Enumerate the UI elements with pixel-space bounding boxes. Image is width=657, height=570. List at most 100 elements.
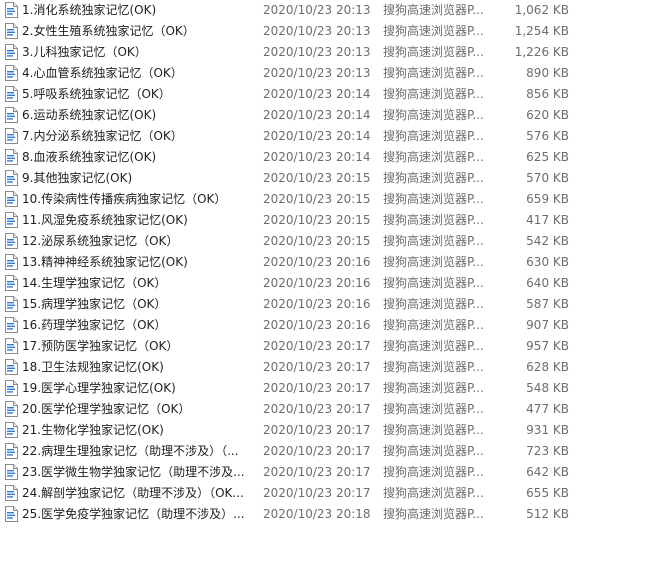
file-row[interactable]: 10.传染病性传播疾病独家记忆（OK） 2020/10/23 20:15 搜狗高速浏… xyxy=(0,189,657,210)
file-size: 548 KB xyxy=(526,381,569,395)
file-row[interactable]: 12.泌尿系统独家记忆（OK） 2020/10/23 20:15 搜狗高速浏览器P.… xyxy=(0,231,657,252)
file-row[interactable]: 25.医学免疫学独家记忆（助理不涉及）... 2020/10/23 20:18 搜狗… xyxy=(0,504,657,525)
pdf-document-icon xyxy=(4,170,18,186)
file-size: 856 KB xyxy=(526,87,569,101)
file-row[interactable]: 11.风湿免疫系统独家记忆(OK) 2020/10/23 20:15 搜狗高速浏览器… xyxy=(0,210,657,231)
file-type: 搜狗高速浏览器P... xyxy=(383,45,483,59)
file-name: 5.呼吸系统独家记忆（OK） xyxy=(22,87,171,101)
file-date-modified: 2020/10/23 20:15 xyxy=(263,213,371,227)
file-date-modified: 2020/10/23 20:13 xyxy=(263,24,371,38)
file-date-modified: 2020/10/23 20:15 xyxy=(263,192,371,206)
file-name: 24.解剖学独家记忆（助理不涉及）（OK... xyxy=(22,486,244,500)
file-row[interactable]: 4.心血管系统独家记忆（OK） 2020/10/23 20:13 搜狗高速浏览器P.… xyxy=(0,63,657,84)
pdf-document-icon xyxy=(4,380,18,396)
file-name: 10.传染病性传播疾病独家记忆（OK） xyxy=(22,192,227,206)
file-date-modified: 2020/10/23 20:13 xyxy=(263,66,371,80)
file-size: 1,254 KB xyxy=(514,24,569,38)
pdf-document-icon xyxy=(4,44,18,60)
pdf-document-icon xyxy=(4,296,18,312)
pdf-document-icon xyxy=(4,359,18,375)
file-size: 640 KB xyxy=(526,276,569,290)
file-row[interactable]: 19.医学心理学独家记忆(OK) 2020/10/23 20:17 搜狗高速浏览器P… xyxy=(0,378,657,399)
file-row[interactable]: 2.女性生殖系统独家记忆（OK） 2020/10/23 20:13 搜狗高速浏览器P… xyxy=(0,21,657,42)
file-size: 477 KB xyxy=(526,402,569,416)
file-row[interactable]: 14.生理学独家记忆（OK） 2020/10/23 20:16 搜狗高速浏览器P..… xyxy=(0,273,657,294)
pdf-document-icon xyxy=(4,317,18,333)
pdf-document-icon xyxy=(4,254,18,270)
pdf-document-icon xyxy=(4,23,18,39)
file-name: 23.医学微生物学独家记忆（助理不涉及... xyxy=(22,465,245,479)
file-date-modified: 2020/10/23 20:17 xyxy=(263,486,371,500)
pdf-document-icon xyxy=(4,86,18,102)
file-type: 搜狗高速浏览器P... xyxy=(383,444,483,458)
file-row[interactable]: 22.病理生理独家记忆（助理不涉及）（... 2020/10/23 20:17 搜狗… xyxy=(0,441,657,462)
file-size: 931 KB xyxy=(526,423,569,437)
file-date-modified: 2020/10/23 20:15 xyxy=(263,171,371,185)
file-row[interactable]: 17.预防医学独家记忆（OK） 2020/10/23 20:17 搜狗高速浏览器P.… xyxy=(0,336,657,357)
file-date-modified: 2020/10/23 20:14 xyxy=(263,150,371,164)
pdf-document-icon xyxy=(4,506,18,522)
file-row[interactable]: 9.其他独家记忆(OK) 2020/10/23 20:15 搜狗高速浏览器P... 5… xyxy=(0,168,657,189)
file-row[interactable]: 20.医学伦理学独家记忆（OK） 2020/10/23 20:17 搜狗高速浏览器P… xyxy=(0,399,657,420)
file-type: 搜狗高速浏览器P... xyxy=(383,3,483,17)
file-type: 搜狗高速浏览器P... xyxy=(383,276,483,290)
file-date-modified: 2020/10/23 20:16 xyxy=(263,276,371,290)
file-date-modified: 2020/10/23 20:13 xyxy=(263,45,371,59)
pdf-document-icon xyxy=(4,149,18,165)
file-name: 6.运动系统独家记忆(OK) xyxy=(22,108,157,122)
file-date-modified: 2020/10/23 20:16 xyxy=(263,297,371,311)
pdf-document-icon xyxy=(4,338,18,354)
file-row[interactable]: 13.精神神经系统独家记忆(OK) 2020/10/23 20:16 搜狗高速浏览器… xyxy=(0,252,657,273)
file-name: 19.医学心理学独家记忆(OK) xyxy=(22,381,176,395)
file-row[interactable]: 6.运动系统独家记忆(OK) 2020/10/23 20:14 搜狗高速浏览器P..… xyxy=(0,105,657,126)
file-list: 1.消化系统独家记忆(OK) 2020/10/23 20:13 搜狗高速浏览器P..… xyxy=(0,0,657,525)
file-date-modified: 2020/10/23 20:14 xyxy=(263,108,371,122)
file-name: 25.医学免疫学独家记忆（助理不涉及）... xyxy=(22,507,245,521)
file-row[interactable]: 15.病理学独家记忆（OK） 2020/10/23 20:16 搜狗高速浏览器P..… xyxy=(0,294,657,315)
file-type: 搜狗高速浏览器P... xyxy=(383,381,483,395)
pdf-document-icon xyxy=(4,191,18,207)
file-size: 659 KB xyxy=(526,192,569,206)
file-size: 655 KB xyxy=(526,486,569,500)
file-date-modified: 2020/10/23 20:17 xyxy=(263,339,371,353)
file-type: 搜狗高速浏览器P... xyxy=(383,360,483,374)
file-type: 搜狗高速浏览器P... xyxy=(383,108,483,122)
file-size: 907 KB xyxy=(526,318,569,332)
file-name: 8.血液系统独家记忆(OK) xyxy=(22,150,157,164)
file-name: 17.预防医学独家记忆（OK） xyxy=(22,339,179,353)
file-row[interactable]: 21.生物化学独家记忆(OK) 2020/10/23 20:17 搜狗高速浏览器P.… xyxy=(0,420,657,441)
file-name: 4.心血管系统独家记忆（OK） xyxy=(22,66,183,80)
pdf-document-icon xyxy=(4,485,18,501)
file-row[interactable]: 5.呼吸系统独家记忆（OK） 2020/10/23 20:14 搜狗高速浏览器P..… xyxy=(0,84,657,105)
file-date-modified: 2020/10/23 20:13 xyxy=(263,3,371,17)
file-name: 21.生物化学独家记忆(OK) xyxy=(22,423,164,437)
file-name: 1.消化系统独家记忆(OK) xyxy=(22,3,157,17)
pdf-document-icon xyxy=(4,65,18,81)
file-date-modified: 2020/10/23 20:17 xyxy=(263,402,371,416)
pdf-document-icon xyxy=(4,443,18,459)
file-date-modified: 2020/10/23 20:18 xyxy=(263,507,371,521)
file-date-modified: 2020/10/23 20:16 xyxy=(263,255,371,269)
file-row[interactable]: 23.医学微生物学独家记忆（助理不涉及... 2020/10/23 20:17 搜狗… xyxy=(0,462,657,483)
file-date-modified: 2020/10/23 20:15 xyxy=(263,234,371,248)
file-name: 12.泌尿系统独家记忆（OK） xyxy=(22,234,179,248)
file-type: 搜狗高速浏览器P... xyxy=(383,339,483,353)
file-date-modified: 2020/10/23 20:17 xyxy=(263,444,371,458)
file-row[interactable]: 16.药理学独家记忆（OK） 2020/10/23 20:16 搜狗高速浏览器P..… xyxy=(0,315,657,336)
pdf-document-icon xyxy=(4,275,18,291)
file-row[interactable]: 24.解剖学独家记忆（助理不涉及）（OK... 2020/10/23 20:17 搜… xyxy=(0,483,657,504)
pdf-document-icon xyxy=(4,212,18,228)
file-row[interactable]: 7.内分泌系统独家记忆（OK） 2020/10/23 20:14 搜狗高速浏览器P.… xyxy=(0,126,657,147)
file-type: 搜狗高速浏览器P... xyxy=(383,213,483,227)
file-row[interactable]: 1.消化系统独家记忆(OK) 2020/10/23 20:13 搜狗高速浏览器P..… xyxy=(0,0,657,21)
file-row[interactable]: 3.儿科独家记忆（OK） 2020/10/23 20:13 搜狗高速浏览器P... 1… xyxy=(0,42,657,63)
file-type: 搜狗高速浏览器P... xyxy=(383,423,483,437)
pdf-document-icon xyxy=(4,107,18,123)
file-row[interactable]: 8.血液系统独家记忆(OK) 2020/10/23 20:14 搜狗高速浏览器P..… xyxy=(0,147,657,168)
pdf-document-icon xyxy=(4,128,18,144)
file-size: 570 KB xyxy=(526,171,569,185)
file-date-modified: 2020/10/23 20:17 xyxy=(263,381,371,395)
file-date-modified: 2020/10/23 20:17 xyxy=(263,465,371,479)
file-row[interactable]: 18.卫生法规独家记忆(OK) 2020/10/23 20:17 搜狗高速浏览器P.… xyxy=(0,357,657,378)
pdf-document-icon xyxy=(4,2,18,18)
